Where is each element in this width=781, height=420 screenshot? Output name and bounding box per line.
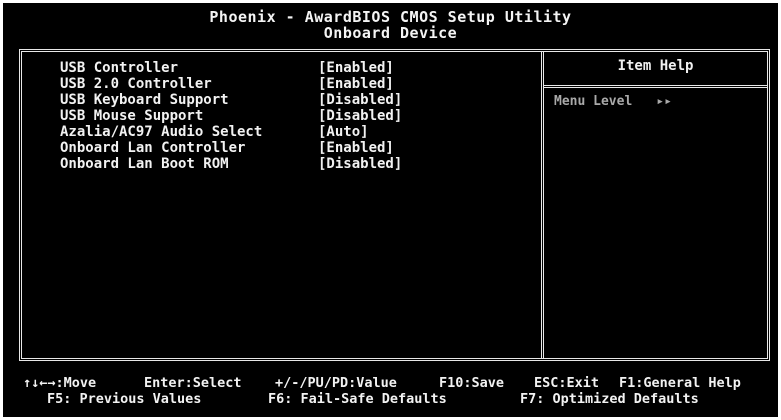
double-arrow-icon: ▸▸ (656, 94, 672, 109)
app-title: Phoenix - AwardBIOS CMOS Setup Utility (209, 8, 572, 26)
menu-level-label: Menu Level (554, 94, 633, 109)
vertical-divider (541, 52, 544, 358)
help-key-hint: F1:General Help (619, 375, 741, 391)
item-help-title: Item Help (617, 58, 694, 74)
key-legend-line-1: ↑↓←→:Move Enter:Select +/-/PU/PD:Value F10:… (23, 375, 741, 391)
key-legend-line-2: F5: Previous Values F6: Fail-Safe Default… (47, 391, 699, 407)
item-help-body: Menu Level ▸▸ (554, 94, 672, 110)
setting-label: USB Controller (60, 60, 179, 76)
setting-value[interactable]: [Disabled] (318, 108, 402, 124)
setting-value[interactable]: [Enabled] (318, 60, 394, 76)
setting-value[interactable]: [Enabled] (318, 140, 394, 156)
settings-list: USB Controller [Enabled] USB 2.0 Control… (60, 60, 530, 172)
setting-label: USB Mouse Support (60, 108, 204, 124)
previous-values-hint: F5: Previous Values (47, 391, 202, 407)
bios-screen: Phoenix - AwardBIOS CMOS Setup Utility O… (3, 3, 778, 417)
main-frame: USB Controller [Enabled] USB 2.0 Control… (19, 49, 770, 361)
page-title: Onboard Device (323, 24, 458, 42)
optimized-defaults-hint: F7: Optimized Defaults (520, 391, 699, 407)
setting-value[interactable]: [Disabled] (318, 156, 402, 172)
title-block: Phoenix - AwardBIOS CMOS Setup Utility O… (3, 9, 778, 41)
setting-label: USB Keyboard Support (60, 92, 229, 108)
value-keys-hint: +/-/PU/PD:Value (275, 375, 397, 391)
failsafe-defaults-hint: F6: Fail-Safe Defaults (268, 391, 447, 407)
setting-usb-mouse-support[interactable]: USB Mouse Support [Disabled] (60, 108, 530, 124)
setting-label: Onboard Lan Boot ROM (60, 156, 229, 172)
setting-audio-select[interactable]: Azalia/AC97 Audio Select [Auto] (60, 124, 530, 140)
setting-value[interactable]: [Enabled] (318, 76, 394, 92)
setting-onboard-lan-controller[interactable]: Onboard Lan Controller [Enabled] (60, 140, 530, 156)
move-keys-hint: ↑↓←→:Move (23, 375, 97, 391)
key-legend: ↑↓←→:Move Enter:Select +/-/PU/PD:Value F10:… (3, 363, 778, 407)
setting-label: Onboard Lan Controller (60, 140, 246, 156)
setting-value[interactable]: [Auto] (318, 124, 369, 140)
setting-label: USB 2.0 Controller (60, 76, 212, 92)
setting-usb-keyboard-support[interactable]: USB Keyboard Support [Disabled] (60, 92, 530, 108)
save-key-hint: F10:Save (439, 375, 505, 391)
setting-onboard-lan-boot-rom[interactable]: Onboard Lan Boot ROM [Disabled] (60, 156, 530, 172)
setting-value[interactable]: [Disabled] (318, 92, 402, 108)
setting-usb2-controller[interactable]: USB 2.0 Controller [Enabled] (60, 76, 530, 92)
setting-label: Azalia/AC97 Audio Select (60, 124, 263, 140)
setting-usb-controller[interactable]: USB Controller [Enabled] (60, 60, 530, 76)
exit-key-hint: ESC:Exit (534, 375, 600, 391)
help-divider (544, 85, 767, 88)
select-key-hint: Enter:Select (144, 375, 242, 391)
